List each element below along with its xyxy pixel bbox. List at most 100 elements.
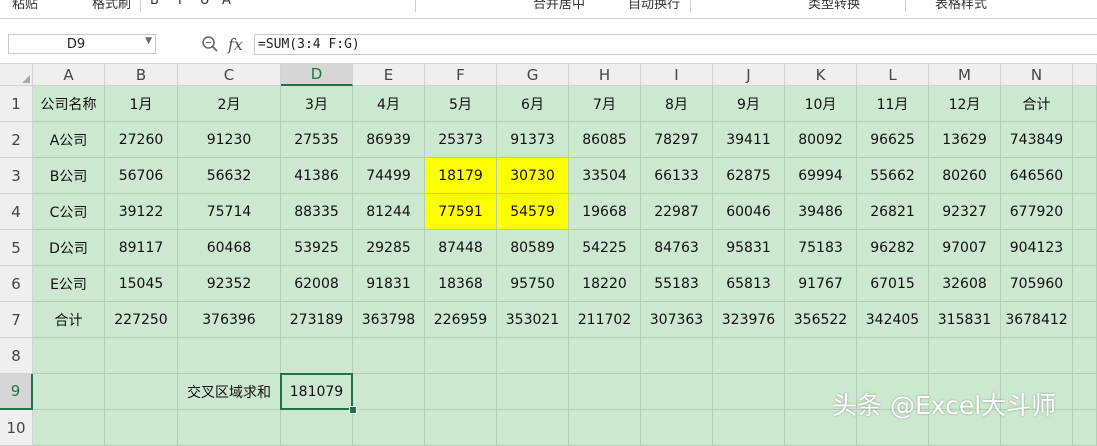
cell-I9[interactable] <box>641 374 713 410</box>
cell-G7[interactable]: 353021 <box>497 302 569 338</box>
cell-A2[interactable]: A公司 <box>33 122 105 158</box>
cell-G10[interactable] <box>497 410 569 446</box>
cell-D4[interactable]: 88335 <box>281 194 353 230</box>
cell-A8[interactable] <box>33 338 105 374</box>
cell-M3[interactable]: 80260 <box>929 158 1001 194</box>
cell-filler[interactable] <box>1073 230 1097 266</box>
cell-I5[interactable]: 84763 <box>641 230 713 266</box>
cell-filler[interactable] <box>1073 122 1097 158</box>
cell-C8[interactable] <box>178 338 281 374</box>
cell-C4[interactable]: 75714 <box>178 194 281 230</box>
cell-F1[interactable]: 5月 <box>425 86 497 122</box>
column-header-H[interactable]: H <box>569 64 641 86</box>
cell-G8[interactable] <box>497 338 569 374</box>
cell-B2[interactable]: 27260 <box>105 122 178 158</box>
function-icon[interactable]: fx <box>228 35 243 54</box>
cell-D1[interactable]: 3月 <box>281 86 353 122</box>
toolbar-item-4[interactable]: U <box>200 0 210 8</box>
cell-B8[interactable] <box>105 338 178 374</box>
cell-E5[interactable]: 29285 <box>353 230 425 266</box>
cell-B7[interactable]: 227250 <box>105 302 178 338</box>
cell-A5[interactable]: D公司 <box>33 230 105 266</box>
cell-A1[interactable]: 公司名称 <box>33 86 105 122</box>
cell-K5[interactable]: 75183 <box>785 230 857 266</box>
column-header-I[interactable]: I <box>641 64 713 86</box>
chevron-down-icon[interactable]: ▼ <box>145 36 152 46</box>
cell-I6[interactable]: 55183 <box>641 266 713 302</box>
column-header-D[interactable]: D <box>281 64 353 86</box>
cell-K8[interactable] <box>785 338 857 374</box>
cell-filler[interactable] <box>1073 410 1097 446</box>
cell-J10[interactable] <box>713 410 785 446</box>
cell-F2[interactable]: 25373 <box>425 122 497 158</box>
cell-K4[interactable]: 39486 <box>785 194 857 230</box>
cell-E4[interactable]: 81244 <box>353 194 425 230</box>
column-header-E[interactable]: E <box>353 64 425 86</box>
cell-G4[interactable]: 54579 <box>497 194 569 230</box>
cell-B10[interactable] <box>105 410 178 446</box>
cell-N6[interactable]: 705960 <box>1001 266 1073 302</box>
cell-C1[interactable]: 2月 <box>178 86 281 122</box>
cell-G5[interactable]: 80589 <box>497 230 569 266</box>
cell-F10[interactable] <box>425 410 497 446</box>
cell-H3[interactable]: 33504 <box>569 158 641 194</box>
cell-B5[interactable]: 89117 <box>105 230 178 266</box>
cell-N3[interactable]: 646560 <box>1001 158 1073 194</box>
cell-A10[interactable] <box>33 410 105 446</box>
cell-M4[interactable]: 92327 <box>929 194 1001 230</box>
row-header-9[interactable]: 9 <box>0 374 33 410</box>
fill-handle[interactable] <box>349 406 357 414</box>
cell-L7[interactable]: 342405 <box>857 302 929 338</box>
row-header-5[interactable]: 5 <box>0 230 33 266</box>
cell-I10[interactable] <box>641 410 713 446</box>
toolbar-item-6[interactable]: 合并居中 <box>533 0 585 12</box>
cell-H4[interactable]: 19668 <box>569 194 641 230</box>
cell-D5[interactable]: 53925 <box>281 230 353 266</box>
cell-E6[interactable]: 91831 <box>353 266 425 302</box>
cell-filler[interactable] <box>1073 266 1097 302</box>
cell-I7[interactable]: 307363 <box>641 302 713 338</box>
toolbar-item-3[interactable]: I <box>178 0 182 8</box>
cell-E1[interactable]: 4月 <box>353 86 425 122</box>
cell-G1[interactable]: 6月 <box>497 86 569 122</box>
cell-B1[interactable]: 1月 <box>105 86 178 122</box>
cell-E9[interactable] <box>353 374 425 410</box>
toolbar-item-7[interactable]: 自动换行 <box>628 0 680 12</box>
cell-J4[interactable]: 60046 <box>713 194 785 230</box>
cell-M1[interactable]: 12月 <box>929 86 1001 122</box>
cell-E2[interactable]: 86939 <box>353 122 425 158</box>
cell-I8[interactable] <box>641 338 713 374</box>
cell-filler[interactable] <box>1073 86 1097 122</box>
name-box[interactable]: D9 ▼ <box>8 34 156 54</box>
cell-G3[interactable]: 30730 <box>497 158 569 194</box>
cell-N2[interactable]: 743849 <box>1001 122 1073 158</box>
cell-J7[interactable]: 323976 <box>713 302 785 338</box>
cell-C2[interactable]: 91230 <box>178 122 281 158</box>
cell-D7[interactable]: 273189 <box>281 302 353 338</box>
cell-N5[interactable]: 904123 <box>1001 230 1073 266</box>
cell-F8[interactable] <box>425 338 497 374</box>
cell-J3[interactable]: 62875 <box>713 158 785 194</box>
cell-L5[interactable]: 96282 <box>857 230 929 266</box>
cell-J1[interactable]: 9月 <box>713 86 785 122</box>
cell-M6[interactable]: 32608 <box>929 266 1001 302</box>
row-header-7[interactable]: 7 <box>0 302 33 338</box>
cell-M2[interactable]: 13629 <box>929 122 1001 158</box>
cell-A3[interactable]: B公司 <box>33 158 105 194</box>
column-header-A[interactable]: A <box>33 64 105 86</box>
cell-F7[interactable]: 226959 <box>425 302 497 338</box>
cell-M8[interactable] <box>929 338 1001 374</box>
cell-B3[interactable]: 56706 <box>105 158 178 194</box>
cell-D3[interactable]: 41386 <box>281 158 353 194</box>
cell-N8[interactable] <box>1001 338 1073 374</box>
cell-F5[interactable]: 87448 <box>425 230 497 266</box>
column-header-M[interactable]: M <box>929 64 1001 86</box>
row-header-1[interactable]: 1 <box>0 86 33 122</box>
cell-G2[interactable]: 91373 <box>497 122 569 158</box>
row-header-4[interactable]: 4 <box>0 194 33 230</box>
column-header-B[interactable]: B <box>105 64 178 86</box>
toolbar-item-1[interactable]: 格式刷 <box>92 0 131 12</box>
cell-I1[interactable]: 8月 <box>641 86 713 122</box>
cell-L8[interactable] <box>857 338 929 374</box>
cell-J8[interactable] <box>713 338 785 374</box>
